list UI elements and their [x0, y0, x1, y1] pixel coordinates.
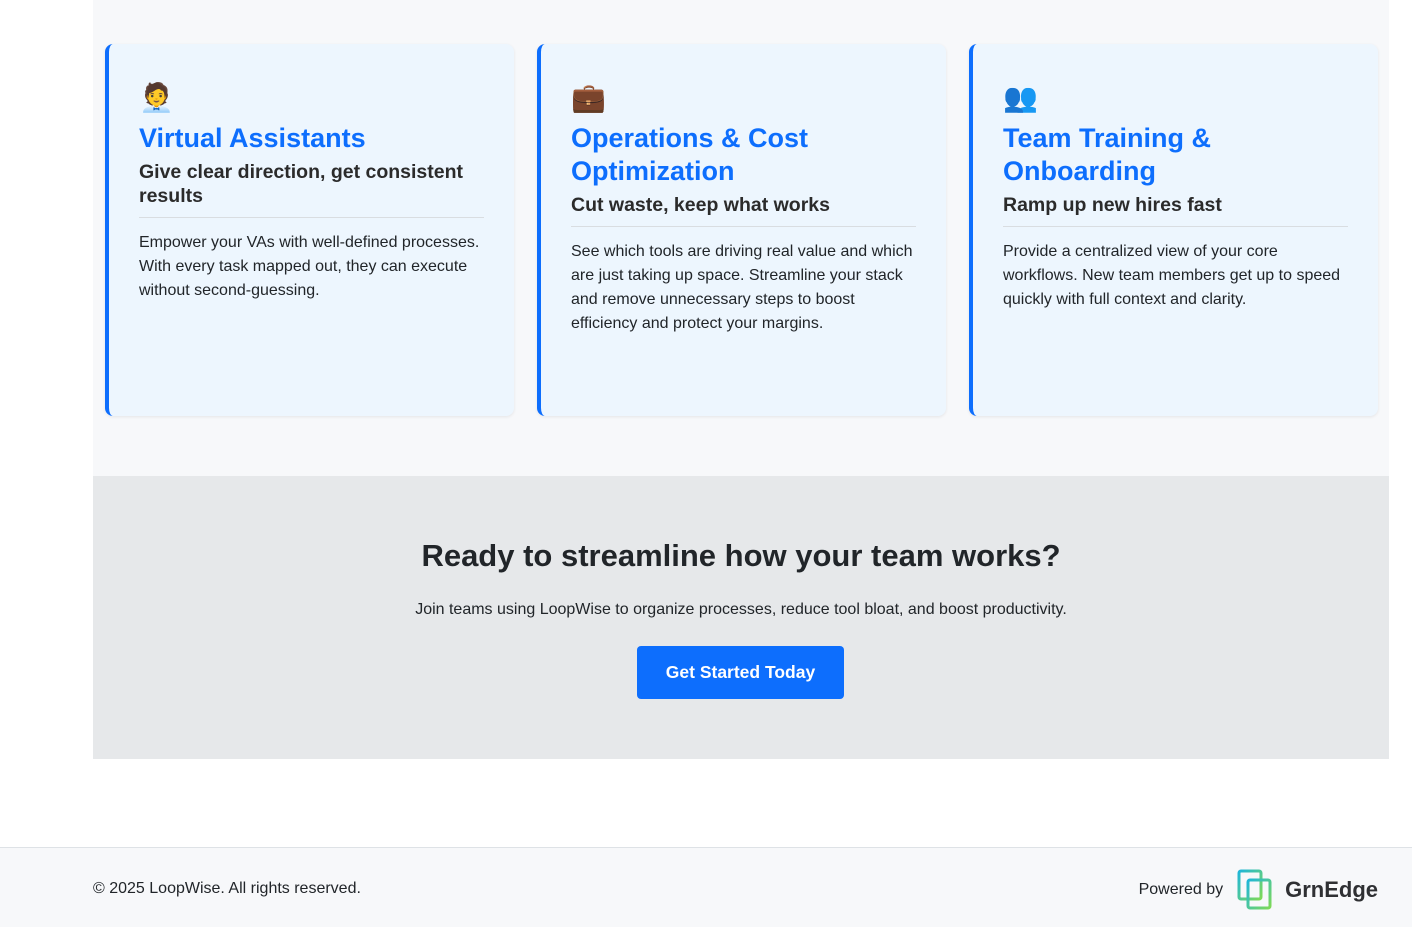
card-title: Team Training & Onboarding	[1003, 123, 1212, 186]
copyright-text: © 2025 LoopWise. All rights reserved.	[93, 880, 361, 897]
call-to-action-section: Ready to streamline how your team works?…	[93, 476, 1389, 759]
get-started-button[interactable]: Get Started Today	[637, 646, 844, 699]
card-description: Provide a centralized view of your core …	[1003, 243, 1341, 308]
powered-by-link[interactable]: Powered by GrnEdge	[1139, 868, 1378, 912]
office-worker-icon: 🧑‍💼	[139, 82, 174, 113]
card-description: Empower your VAs with well-defined proce…	[139, 234, 480, 299]
grnedge-logo-icon	[1237, 869, 1272, 910]
card-subtitle: Give clear direction, get consistent res…	[139, 160, 484, 218]
card-title: Operations & Cost Optimization	[571, 123, 809, 186]
cta-title: Ready to streamline how your team works?	[421, 538, 1061, 573]
people-icon: 👥	[1003, 82, 1038, 113]
use-cases-section: 🧑‍💼 Virtual Assistants Give clear direct…	[93, 0, 1389, 476]
brand-name: GrnEdge	[1285, 877, 1378, 902]
cta-description: Join teams using LoopWise to organize pr…	[415, 601, 1067, 618]
powered-by-label: Powered by	[1138, 881, 1224, 898]
use-case-card-operations: 💼 Operations & Cost Optimization Cut was…	[537, 44, 946, 416]
card-subtitle: Cut waste, keep what works	[571, 193, 916, 227]
use-case-card-team-training: 👥 Team Training & Onboarding Ramp up new…	[969, 44, 1378, 416]
use-case-card-virtual-assistants: 🧑‍💼 Virtual Assistants Give clear direct…	[105, 44, 514, 416]
card-title: Virtual Assistants	[139, 123, 366, 153]
card-description: See which tools are driving real value a…	[571, 243, 913, 332]
briefcase-icon: 💼	[571, 82, 606, 113]
page-footer: © 2025 LoopWise. All rights reserved. Po…	[0, 847, 1412, 927]
card-subtitle: Ramp up new hires fast	[1003, 193, 1348, 227]
